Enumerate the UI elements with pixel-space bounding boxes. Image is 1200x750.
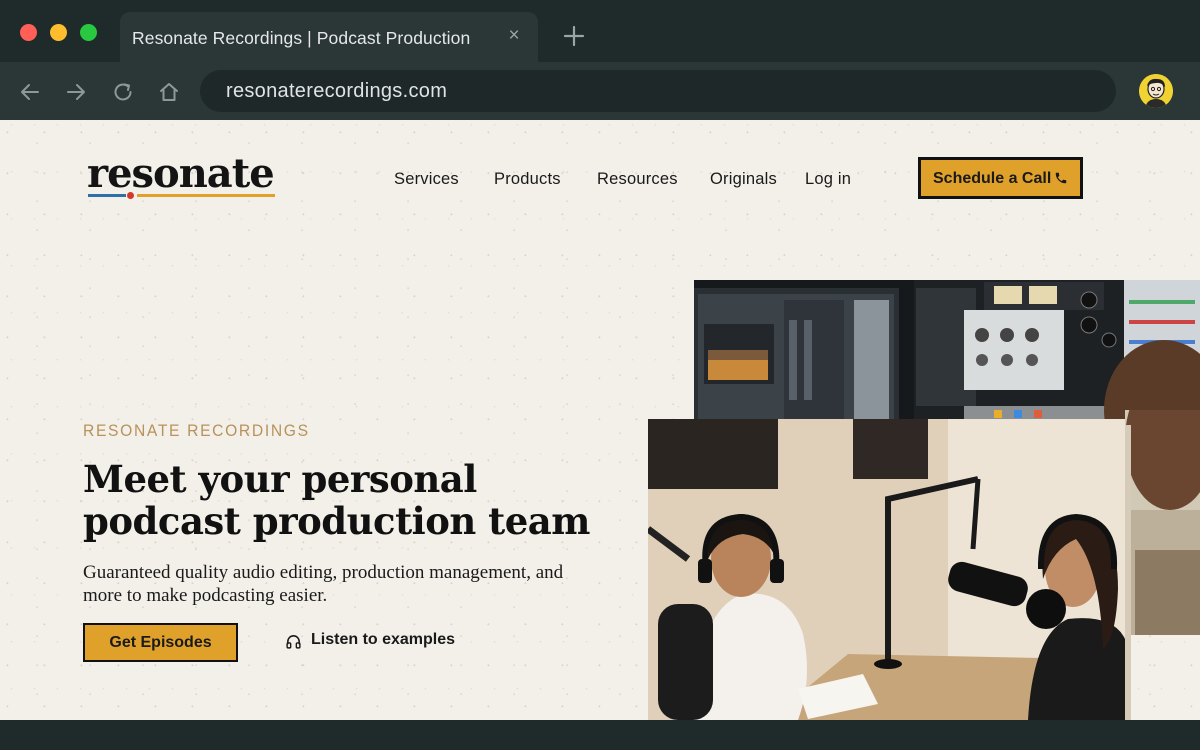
schedule-call-label: Schedule a Call <box>933 170 1052 187</box>
nav-services[interactable]: Services <box>394 170 459 189</box>
window-maximize-button[interactable] <box>80 24 97 41</box>
browser-bottom-bar <box>0 720 1200 750</box>
browser-chrome: Resonate Recordings | Podcast Production… <box>0 0 1200 120</box>
logo-dot <box>127 192 134 199</box>
avatar-icon <box>1139 74 1173 108</box>
logo-underline-gold <box>137 194 275 197</box>
site-logo[interactable]: resonate <box>87 152 279 202</box>
browser-tab[interactable]: Resonate Recordings | Podcast Production… <box>120 12 538 64</box>
studio-equipment-photo <box>694 280 1200 420</box>
logo-underline-blue <box>88 194 126 197</box>
hero-headline: Meet your personal podcast production te… <box>83 457 590 543</box>
listen-to-examples-label: Listen to examples <box>311 631 456 648</box>
home-icon[interactable] <box>157 80 181 104</box>
get-episodes-button[interactable]: Get Episodes <box>83 623 238 662</box>
url-text: resonaterecordings.com <box>226 80 448 102</box>
side-photo <box>1125 410 1200 635</box>
window-minimize-button[interactable] <box>50 24 67 41</box>
webpage: resonate Services Products Resources Ori… <box>0 120 1200 720</box>
hero-subhead: Guaranteed quality audio editing, produc… <box>83 562 564 606</box>
photo-shadow <box>1125 425 1131 720</box>
new-tab-icon[interactable] <box>562 24 586 48</box>
profile-avatar[interactable] <box>1139 74 1173 108</box>
headphones-icon <box>286 635 301 649</box>
browser-toolbar: resonaterecordings.com <box>0 62 1200 120</box>
tab-close-icon[interactable]: × <box>504 26 524 46</box>
reload-icon[interactable] <box>111 80 135 104</box>
hero-eyebrow: RESONATE RECORDINGS <box>83 421 310 440</box>
podcast-hosts-photo <box>648 419 1125 720</box>
get-episodes-label: Get Episodes <box>109 634 212 651</box>
phone-icon <box>1055 172 1067 184</box>
nav-log-in[interactable]: Log in <box>805 170 851 189</box>
arrow-left-icon[interactable] <box>18 80 42 104</box>
logo-wordmark: resonate <box>87 150 275 197</box>
nav-resources[interactable]: Resources <box>597 170 678 189</box>
address-bar[interactable]: resonaterecordings.com <box>200 70 1116 112</box>
schedule-call-button[interactable]: Schedule a Call <box>918 157 1083 199</box>
tab-title: Resonate Recordings | Podcast Production <box>132 28 471 48</box>
window-close-button[interactable] <box>20 24 37 41</box>
nav-products[interactable]: Products <box>494 170 561 189</box>
arrow-right-icon[interactable] <box>64 80 88 104</box>
nav-originals[interactable]: Originals <box>710 170 777 189</box>
